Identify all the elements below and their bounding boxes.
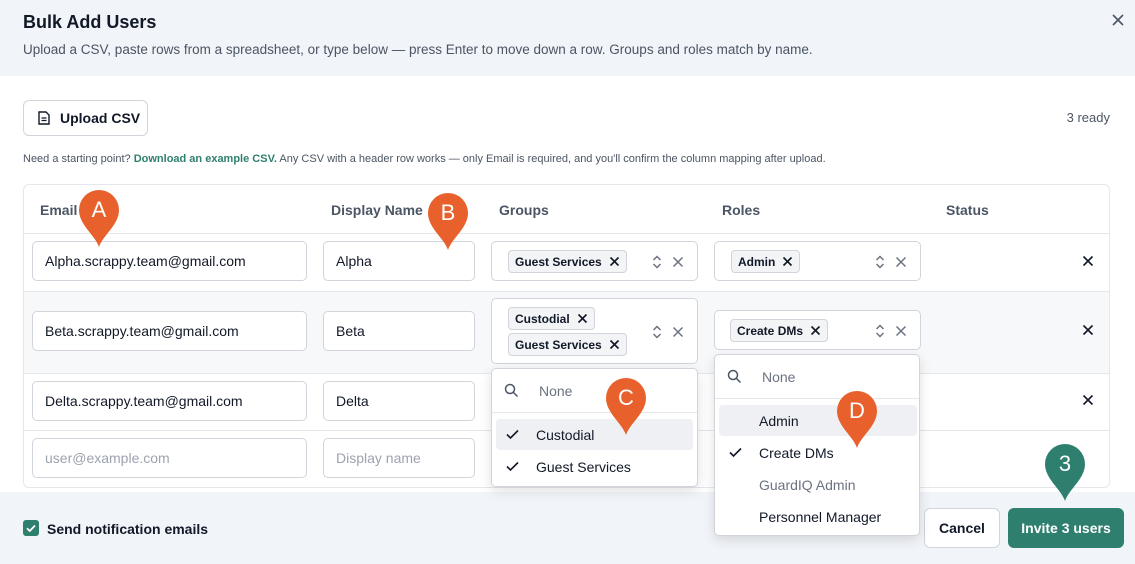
notify-label: Send notification emails xyxy=(47,521,209,537)
groups-select[interactable]: Guest Services xyxy=(491,241,698,281)
group-chip: Custodial xyxy=(508,307,595,330)
role-chip: Create DMs xyxy=(730,319,829,342)
remove-chip-icon[interactable] xyxy=(609,339,620,350)
remove-chip-icon[interactable] xyxy=(810,325,821,336)
dropdown-option[interactable]: Personnel Manager xyxy=(719,501,917,532)
dialog-title: Bulk Add Users xyxy=(23,12,157,32)
divider xyxy=(24,291,1109,292)
annotation-marker-b: B xyxy=(426,192,470,252)
annotation-marker-3: 3 xyxy=(1043,443,1087,503)
dropdown-option[interactable]: Admin xyxy=(719,405,917,436)
remove-chip-icon[interactable] xyxy=(577,313,588,324)
check-icon xyxy=(506,429,519,440)
roles-select[interactable]: Create DMs xyxy=(714,310,921,350)
chevron-updown-icon[interactable] xyxy=(651,254,663,270)
option-label: Personnel Manager xyxy=(759,508,882,525)
option-label: Guest Services xyxy=(536,458,631,475)
email-field[interactable]: Beta.scrappy.team@gmail.com xyxy=(32,311,307,351)
hint-suffix: Any CSV with a header row works — only E… xyxy=(279,153,826,165)
new-display-name-field[interactable]: Display name xyxy=(323,438,475,478)
chevron-updown-icon[interactable] xyxy=(651,324,663,340)
display-name-field[interactable]: Delta xyxy=(323,381,475,421)
close-icon[interactable] xyxy=(1110,12,1126,28)
example-hint: Need a starting point? Download an examp… xyxy=(23,153,826,165)
check-icon xyxy=(26,524,36,533)
divider xyxy=(24,233,1109,234)
marker-label: D xyxy=(849,398,865,423)
download-example-link[interactable]: Download an example CSV. xyxy=(134,153,277,165)
annotation-marker-c: C xyxy=(604,377,648,437)
option-label: Create DMs xyxy=(759,444,834,461)
hint-prefix: Need a starting point? xyxy=(23,153,131,165)
group-chip-label: Custodial xyxy=(515,311,570,326)
option-label: Admin xyxy=(759,412,799,429)
annotation-marker-d: D xyxy=(835,390,879,450)
marker-label: C xyxy=(618,385,634,410)
clear-icon[interactable] xyxy=(672,256,684,268)
search-icon xyxy=(504,383,519,398)
upload-csv-label: Upload CSV xyxy=(60,110,141,126)
check-icon xyxy=(506,461,519,472)
display-name-field[interactable]: Beta xyxy=(323,311,475,351)
annotation-marker-a: A xyxy=(77,189,121,249)
group-chip: Guest Services xyxy=(508,333,627,356)
roles-dropdown: None Admin Create DMs GuardIQ Admin Pers… xyxy=(714,354,920,536)
roles-search[interactable]: None xyxy=(715,355,919,399)
clear-icon[interactable] xyxy=(895,256,907,268)
cancel-button[interactable]: Cancel xyxy=(924,508,1000,548)
group-chip-label: Guest Services xyxy=(515,254,602,269)
column-header-display-name: Display Name xyxy=(331,202,423,218)
remove-chip-icon[interactable] xyxy=(782,256,793,267)
remove-row-icon[interactable] xyxy=(1082,324,1094,336)
clear-icon[interactable] xyxy=(895,325,907,337)
column-header-status: Status xyxy=(946,202,989,218)
ready-count: 3 ready xyxy=(1066,110,1110,125)
chevron-updown-icon[interactable] xyxy=(874,254,886,270)
option-label: GuardIQ Admin xyxy=(759,476,856,493)
marker-label: B xyxy=(440,200,456,225)
email-field[interactable]: Alpha.scrappy.team@gmail.com xyxy=(32,241,307,281)
groups-search-placeholder: None xyxy=(539,383,573,399)
dialog-header: Bulk Add Users Upload a CSV, paste rows … xyxy=(0,0,1135,76)
search-icon xyxy=(727,369,742,384)
role-chip: Admin xyxy=(731,250,801,273)
column-header-groups: Groups xyxy=(499,202,549,218)
dropdown-option[interactable]: Create DMs xyxy=(719,437,917,468)
marker-label: A xyxy=(91,197,107,222)
upload-csv-button[interactable]: Upload CSV xyxy=(23,100,148,136)
chevron-updown-icon[interactable] xyxy=(874,323,886,339)
column-header-email: Email xyxy=(40,202,78,218)
notify-checkbox[interactable] xyxy=(23,520,39,536)
groups-select[interactable]: Custodial Guest Services xyxy=(491,298,698,364)
role-chip-label: Admin xyxy=(738,254,776,269)
dropdown-option[interactable]: Guest Services xyxy=(496,451,693,482)
invite-button[interactable]: Invite 3 users xyxy=(1008,508,1124,548)
dropdown-option[interactable]: Custodial xyxy=(496,419,693,450)
group-chip: Guest Services xyxy=(508,250,627,273)
group-chip-label: Guest Services xyxy=(515,337,602,352)
dropdown-option: GuardIQ Admin xyxy=(719,469,917,500)
clear-icon[interactable] xyxy=(672,326,684,338)
check-icon xyxy=(729,447,742,458)
marker-label: 3 xyxy=(1058,451,1072,476)
remove-chip-icon[interactable] xyxy=(609,256,620,267)
option-label: Custodial xyxy=(536,426,595,443)
groups-dropdown: None Custodial Guest Services xyxy=(491,368,698,487)
groups-search[interactable]: None xyxy=(492,369,697,413)
file-icon xyxy=(38,111,50,125)
bulk-add-users-dialog: Bulk Add Users Upload a CSV, paste rows … xyxy=(0,0,1135,564)
roles-select[interactable]: Admin xyxy=(714,241,921,281)
email-field[interactable]: Delta.scrappy.team@gmail.com xyxy=(32,381,307,421)
remove-row-icon[interactable] xyxy=(1082,255,1094,267)
new-email-field[interactable]: user@example.com xyxy=(32,438,307,478)
dialog-subtitle: Upload a CSV, paste rows from a spreadsh… xyxy=(23,42,813,57)
roles-search-placeholder: None xyxy=(762,369,796,385)
remove-row-icon[interactable] xyxy=(1082,394,1094,406)
role-chip-label: Create DMs xyxy=(737,323,804,338)
column-header-roles: Roles xyxy=(722,202,761,218)
